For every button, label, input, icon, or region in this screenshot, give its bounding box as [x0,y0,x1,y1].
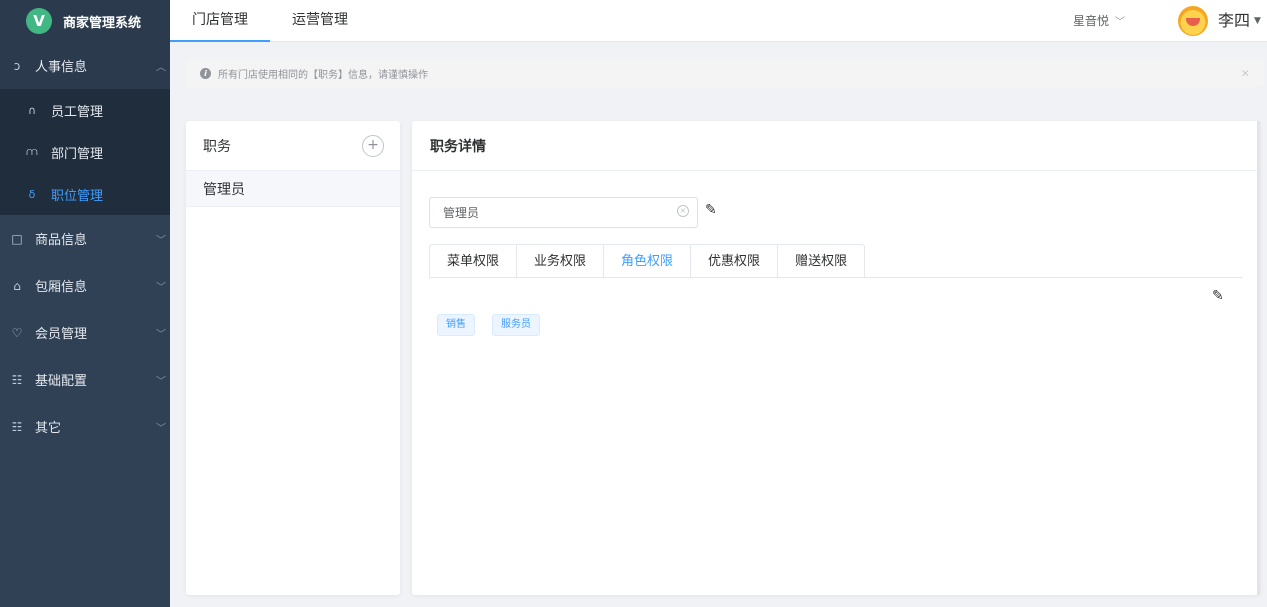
org-chart-icon: ⩋ [26,145,38,158]
tabs-divider [429,277,1243,278]
sidebar-item-label: 其它 [35,421,62,436]
chevron-down-icon: ﹀ [156,235,166,246]
home-icon: ⌂ [13,278,21,293]
sidebar-item-label: 部门管理 [51,146,104,162]
list-item[interactable]: 管理员 [186,171,400,207]
add-position-button[interactable]: + [362,135,384,157]
position-detail-panel: 职务详情 × ✎ 菜单权限 业务权限 角色权限 优惠权限 赠送权限 ✎ 销售 服… [412,121,1260,595]
info-icon: i [200,67,211,79]
permission-tabs: 菜单权限 业务权限 角色权限 优惠权限 赠送权限 [429,244,866,278]
people-icon: ∩ [27,103,37,117]
edit-name-icon[interactable]: ✎ [705,202,717,218]
store-name: 星音悦 [1073,14,1110,28]
avatar[interactable] [1178,6,1208,36]
chevron-down-icon: ﹀ [156,329,166,340]
sidebar-item-config[interactable]: ☷ 基础配置 ﹀ [0,356,170,403]
sidebar-item-label: 基础配置 [35,374,88,389]
user-name[interactable]: 李四 [1218,0,1250,42]
chevron-down-icon: ﹀ [156,376,166,387]
sidebar-item-other[interactable]: ☷ 其它 ﹀ [0,403,170,450]
positions-title: 职务 [203,138,231,155]
positions-header: 职务 + [186,121,400,171]
chevron-down-icon: ﹀ [156,423,166,434]
detail-title: 职务详情 [412,121,1260,171]
sidebar-item-members[interactable]: ♡ 会员管理 ﹀ [0,309,170,356]
sidebar-item-label: 会员管理 [35,327,88,342]
clear-icon[interactable]: × [677,205,689,217]
close-icon[interactable]: × [1241,67,1250,80]
sidebar-item-departments[interactable]: ⩋ 部门管理 [0,131,170,173]
info-alert: i 所有门店使用相同的【职务】信息，请谨慎操作 × [186,59,1264,87]
chevron-up-icon: ︿ [156,62,166,73]
role-tag-sales: 销售 [437,314,475,336]
vue-logo-icon: V [26,8,52,34]
sidebar-item-products[interactable]: □ 商品信息 ﹀ [0,215,170,262]
store-select[interactable]: 星音悦 ﹀ [1073,0,1125,42]
sidebar-item-label: 职位管理 [51,188,104,204]
brand: V 商家管理系统 [0,0,170,42]
badge-icon: δ [28,187,36,201]
tab-gift-permission[interactable]: 赠送权限 [778,245,864,278]
chevron-down-icon: ﹀ [1115,17,1126,28]
sidebar-item-label: 包厢信息 [35,280,88,295]
crown-icon: ♡ [11,325,23,340]
user-icon: ɔ [13,58,21,73]
sidebar-item-label: 员工管理 [51,104,104,120]
tab-discount-permission[interactable]: 优惠权限 [691,245,779,278]
sidebar-item-rooms[interactable]: ⌂ 包厢信息 ﹀ [0,262,170,309]
tab-operations[interactable]: 运营管理 [270,0,370,42]
tab-menu-permission[interactable]: 菜单权限 [430,245,518,278]
position-name-input[interactable] [429,197,698,228]
scrollbar[interactable] [1257,121,1260,595]
chevron-down-icon: ﹀ [156,282,166,293]
box-icon: □ [11,231,23,246]
sidebar-item-hr[interactable]: ɔ 人事信息 ︿ [0,42,170,89]
grid-icon: ☷ [11,372,23,387]
top-header: 门店管理 运营管理 星音悦 ﹀ 李四 ▼ [170,0,1267,42]
tab-role-permission[interactable]: 角色权限 [604,245,692,278]
tab-store-management[interactable]: 门店管理 [170,0,270,42]
sidebar-item-employees[interactable]: ∩ 员工管理 [0,89,170,131]
alert-text: 所有门店使用相同的【职务】信息，请谨慎操作 [218,69,428,81]
app-title: 商家管理系统 [63,15,142,31]
tab-business-permission[interactable]: 业务权限 [517,245,605,278]
submenu-hr: ∩ 员工管理 ⩋ 部门管理 δ 职位管理 [0,89,170,215]
sidebar-item-positions[interactable]: δ 职位管理 [0,173,170,215]
caret-down-icon[interactable]: ▼ [1254,0,1261,42]
sidebar: V 商家管理系统 ɔ 人事信息 ︿ ∩ 员工管理 ⩋ 部门管理 δ 职位管理 □… [0,0,170,607]
sidebar-item-label: 商品信息 [35,233,88,248]
apps-icon: ☷ [11,419,23,434]
positions-panel: 职务 + 管理员 [186,121,400,595]
edit-roles-icon[interactable]: ✎ [1212,288,1224,304]
sidebar-item-label: 人事信息 [35,60,88,75]
role-tag-waiter: 服务员 [492,314,540,336]
